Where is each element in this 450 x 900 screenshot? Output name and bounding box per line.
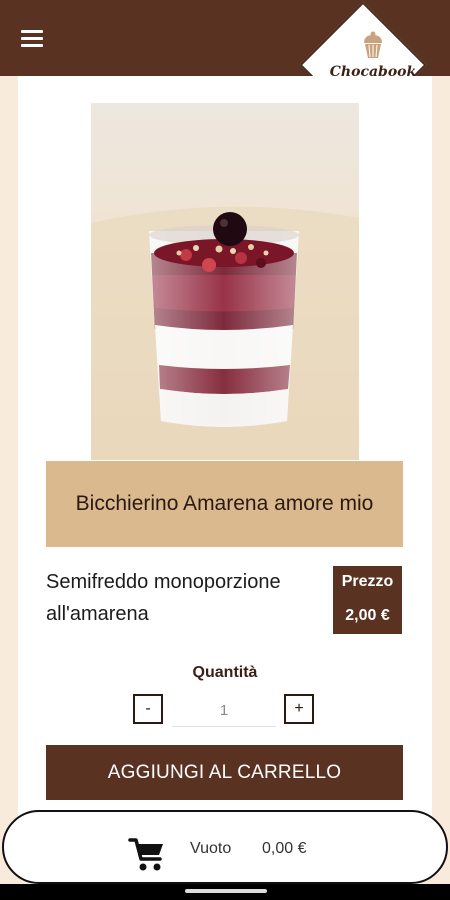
- home-indicator[interactable]: [185, 889, 267, 893]
- price-box: Prezzo 2,00 €: [333, 566, 402, 634]
- quantity-label: Quantità: [192, 664, 258, 681]
- quantity-input[interactable]: [172, 694, 276, 727]
- cupcake-icon: [364, 31, 382, 58]
- cart-bar[interactable]: Vuoto 0,00 €: [2, 810, 448, 884]
- cart-status: Vuoto: [190, 840, 232, 857]
- product-image: [91, 103, 359, 460]
- product-title-banner: Bicchierino Amarena amore mio: [46, 461, 403, 547]
- add-to-cart-button[interactable]: AGGIUNGI AL CARRELLO: [46, 745, 403, 800]
- system-navigation-bar: [0, 884, 450, 900]
- hamburger-menu-icon[interactable]: [21, 30, 43, 48]
- price-label: Prezzo: [341, 573, 394, 590]
- price-value: 2,00 €: [345, 607, 390, 624]
- cart-total: 0,00 €: [262, 840, 307, 857]
- product-title: Bicchierino Amarena amore mio: [75, 492, 374, 515]
- increase-quantity-button[interactable]: +: [284, 694, 314, 724]
- decrease-quantity-button[interactable]: -: [133, 694, 163, 724]
- product-description: Semifreddo monoporzione all'amarena: [46, 571, 281, 625]
- cart-icon: [128, 838, 163, 871]
